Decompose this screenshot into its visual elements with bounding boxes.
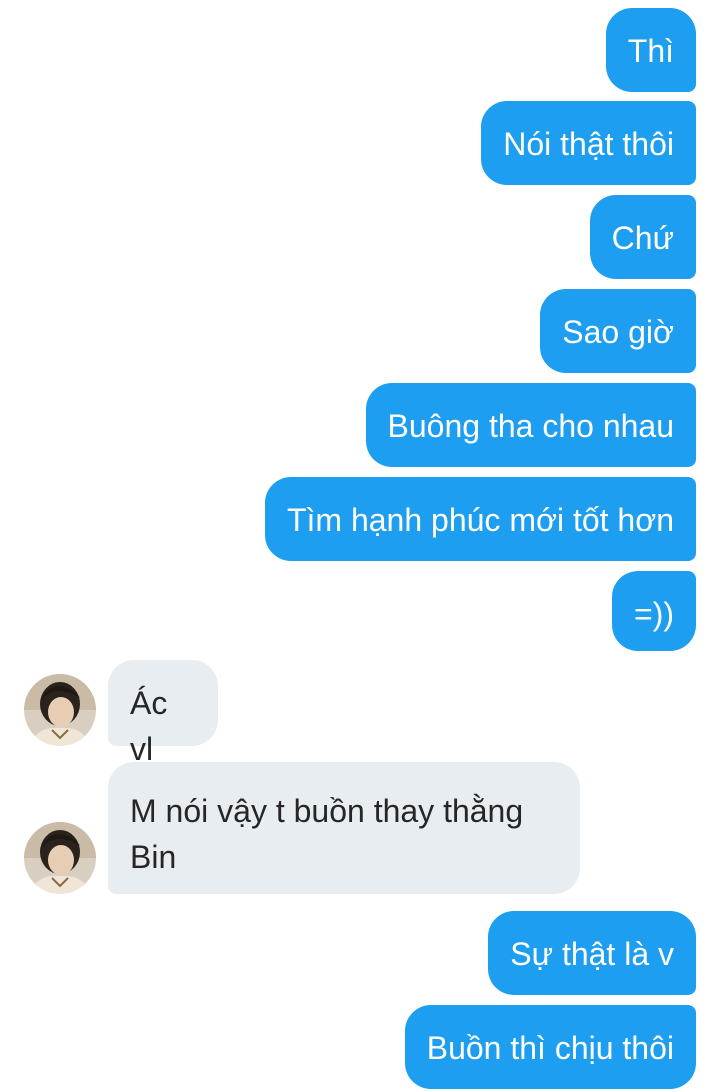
avatar-photo <box>24 822 96 894</box>
outgoing-message-bubble[interactable]: Tìm hạnh phúc mới tốt hơn <box>264 477 696 561</box>
outgoing-message-bubble[interactable]: Nói thật thôi <box>481 101 696 185</box>
outgoing-message-bubble[interactable]: Chứ <box>589 195 696 279</box>
avatar-photo <box>24 674 96 746</box>
outgoing-message-bubble[interactable]: Sự thật là v <box>488 911 696 995</box>
incoming-message-bubble[interactable]: M nói vậy t buồn thay thằng Bin <box>108 762 580 894</box>
outgoing-message-bubble[interactable]: Buông tha cho nhau <box>365 383 696 467</box>
contact-avatar[interactable] <box>24 822 96 894</box>
incoming-message-bubble[interactable]: Ác vl <box>108 660 218 767</box>
outgoing-message-bubble[interactable]: Sao giờ <box>540 289 696 373</box>
outgoing-message-bubble[interactable]: Buồn thì chịu thôi <box>404 1005 696 1089</box>
contact-avatar[interactable] <box>24 674 96 746</box>
outgoing-message-bubble[interactable]: =)) <box>612 571 696 651</box>
outgoing-message-bubble[interactable]: Thì <box>605 8 696 92</box>
